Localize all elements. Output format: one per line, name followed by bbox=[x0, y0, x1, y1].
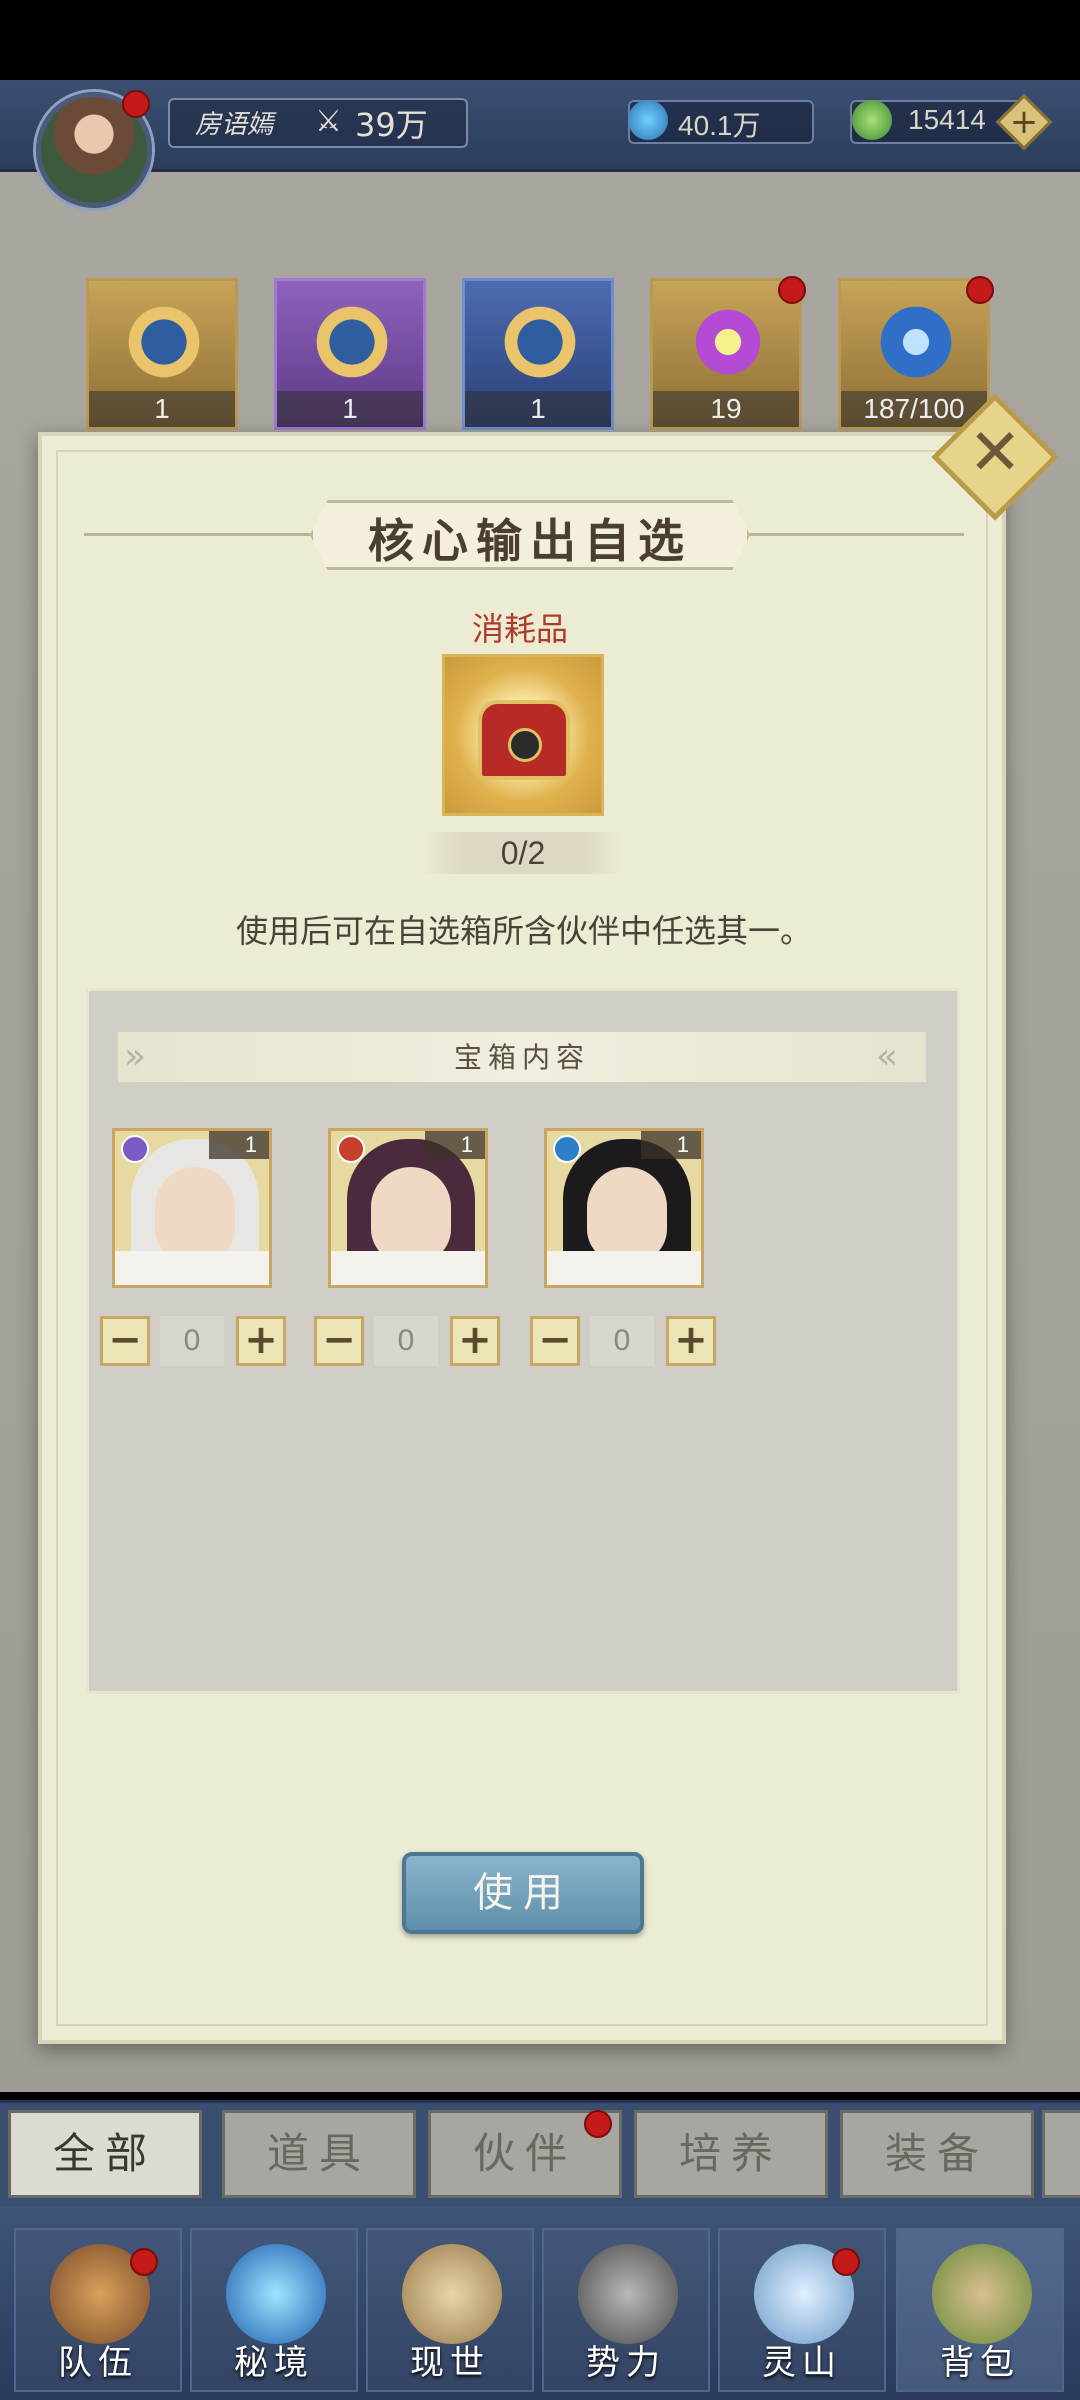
decrease-button[interactable]: − bbox=[530, 1316, 580, 1366]
portal-icon bbox=[226, 2244, 326, 2344]
hero-face bbox=[587, 1167, 667, 1263]
nav-team[interactable]: 队伍 bbox=[14, 2228, 182, 2392]
nav-label: 队伍 bbox=[58, 2343, 138, 2383]
hero-robe bbox=[331, 1251, 485, 1285]
increase-button[interactable]: + bbox=[236, 1316, 286, 1366]
slot-count: 1 bbox=[89, 391, 235, 427]
notification-dot-icon bbox=[122, 90, 150, 118]
hero-robe bbox=[115, 1251, 269, 1285]
tab-all[interactable]: 全部 bbox=[8, 2110, 202, 2198]
jade-currency-value: 15414 bbox=[908, 104, 986, 135]
tab-more[interactable] bbox=[1042, 2110, 1080, 2198]
quantity-value: 0 bbox=[590, 1316, 654, 1366]
quantity-value: 0 bbox=[374, 1316, 438, 1366]
notification-dot-icon bbox=[966, 276, 994, 304]
hero-face bbox=[371, 1167, 451, 1263]
slot-count: 19 bbox=[653, 391, 799, 427]
dialog-title: 核心输出自选 bbox=[368, 514, 692, 568]
map-scroll-icon bbox=[402, 2244, 502, 2344]
tab-items[interactable]: 道具 bbox=[222, 2110, 416, 2198]
spirit-crystal-icon bbox=[628, 100, 668, 140]
inventory-slot[interactable]: 1 bbox=[274, 278, 426, 430]
nav-label: 背包 bbox=[940, 2343, 1020, 2383]
wind-element-icon bbox=[121, 1135, 149, 1163]
inventory-slot[interactable]: 19 bbox=[650, 278, 802, 430]
slot-count: 1 bbox=[465, 391, 611, 427]
item-category: 消耗品 bbox=[471, 610, 568, 648]
hero-face bbox=[155, 1167, 235, 1263]
hero-level: 1 bbox=[209, 1131, 269, 1159]
nav-label: 灵山 bbox=[762, 2343, 842, 2383]
power-icon: ⚔ bbox=[315, 104, 342, 139]
spirit-currency-value: 40.1万 bbox=[678, 110, 761, 141]
scroll-icon bbox=[495, 297, 585, 387]
yin-yang-icon bbox=[508, 728, 542, 762]
nav-world[interactable]: 现世 bbox=[366, 2228, 534, 2392]
player-name: 房语嫣 bbox=[195, 110, 274, 140]
inventory-slot[interactable]: 187/100 bbox=[838, 278, 990, 430]
nav-label: 现世 bbox=[410, 2343, 490, 2383]
selection-count: 0/2 bbox=[500, 835, 546, 871]
bag-icon bbox=[932, 2244, 1032, 2344]
contents-title: 宝箱内容 bbox=[453, 1041, 590, 1074]
close-icon[interactable]: ✕ bbox=[960, 418, 1030, 488]
palace-icon bbox=[578, 2244, 678, 2344]
use-button[interactable]: 使用 bbox=[402, 1852, 644, 1934]
notification-dot-icon bbox=[130, 2248, 158, 2276]
status-bar bbox=[0, 0, 1080, 80]
increase-button[interactable]: + bbox=[666, 1316, 716, 1366]
decrease-button[interactable]: − bbox=[314, 1316, 364, 1366]
title-divider bbox=[744, 533, 964, 536]
nav-label: 势力 bbox=[586, 2343, 666, 2383]
hero-level: 1 bbox=[425, 1131, 485, 1159]
dragon-fragment-icon bbox=[871, 297, 961, 387]
nav-realm[interactable]: 秘境 bbox=[190, 2228, 358, 2392]
decrease-button[interactable]: − bbox=[100, 1316, 150, 1366]
nav-faction[interactable]: 势力 bbox=[542, 2228, 710, 2392]
nav-bag[interactable]: 背包 bbox=[896, 2228, 1064, 2392]
jade-coin-icon bbox=[852, 100, 892, 140]
nav-label: 秘境 bbox=[234, 2343, 314, 2383]
tab-training[interactable]: 培养 bbox=[634, 2110, 828, 2198]
notification-dot-icon bbox=[778, 276, 806, 304]
fire-element-icon bbox=[337, 1135, 365, 1163]
item-description: 使用后可在自选箱所含伙伴中任选其一。 bbox=[235, 912, 812, 950]
slot-count: 1 bbox=[277, 391, 423, 427]
increase-button[interactable]: + bbox=[450, 1316, 500, 1366]
water-element-icon bbox=[553, 1135, 581, 1163]
crystal-icon bbox=[683, 297, 773, 387]
hero-level: 1 bbox=[641, 1131, 701, 1159]
plus-icon: + bbox=[1009, 102, 1039, 142]
hero-card[interactable]: 1 bbox=[544, 1128, 704, 1288]
nav-mountain[interactable]: 灵山 bbox=[718, 2228, 886, 2392]
hero-robe bbox=[547, 1251, 701, 1285]
title-divider bbox=[84, 533, 316, 536]
quantity-value: 0 bbox=[160, 1316, 224, 1366]
scroll-icon bbox=[307, 297, 397, 387]
inventory-slot[interactable]: 1 bbox=[86, 278, 238, 430]
scroll-icon bbox=[119, 297, 209, 387]
power-value: 39万 bbox=[355, 106, 428, 144]
notification-dot-icon bbox=[584, 2110, 612, 2138]
hero-card[interactable]: 1 bbox=[112, 1128, 272, 1288]
hero-card[interactable]: 1 bbox=[328, 1128, 488, 1288]
notification-dot-icon bbox=[832, 2248, 860, 2276]
tab-equipment[interactable]: 装备 bbox=[840, 2110, 1034, 2198]
inventory-slot[interactable]: 1 bbox=[462, 278, 614, 430]
